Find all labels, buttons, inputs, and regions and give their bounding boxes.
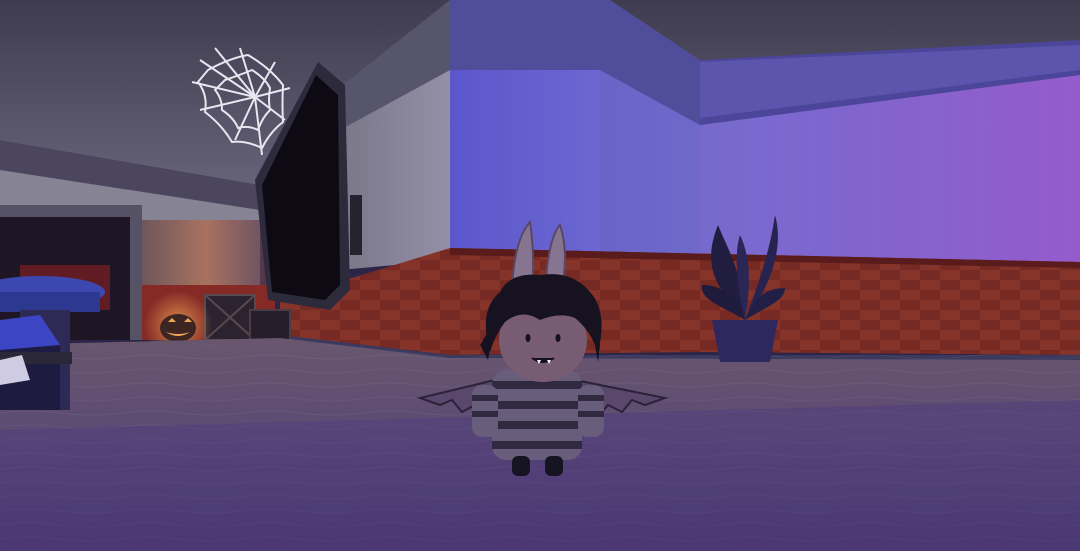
game-viewport[interactable] [0,0,1080,551]
scene-render [0,0,1080,551]
